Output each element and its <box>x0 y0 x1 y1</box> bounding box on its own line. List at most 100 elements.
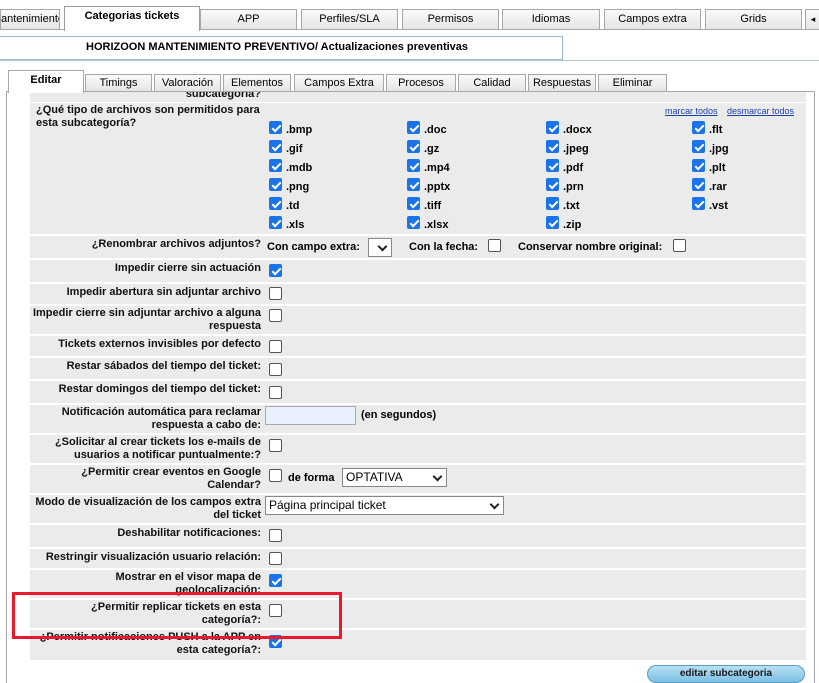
tab-calidad[interactable]: Calidad <box>458 74 526 92</box>
file-type-label: .rar <box>709 181 727 193</box>
file-type-checkbox[interactable] <box>692 178 705 191</box>
tab-valoracion[interactable]: Valoración <box>154 74 221 92</box>
file-type-checkbox[interactable] <box>692 121 705 134</box>
setting-checkbox[interactable] <box>269 386 282 399</box>
tab-elementos[interactable]: Elementos <box>223 74 291 92</box>
deselect-all-link[interactable]: desmarcar todos <box>727 106 794 116</box>
setting-label: Impedir cierre sin actuación <box>114 262 261 274</box>
file-type-checkbox[interactable] <box>546 216 559 229</box>
rename-label: ¿Renombrar archivos adjuntos? <box>91 238 261 250</box>
file-type-checkbox[interactable] <box>407 216 420 229</box>
file-type-checkbox[interactable] <box>269 121 282 134</box>
file-type-checkbox[interactable] <box>692 197 705 210</box>
tab-procesos[interactable]: Procesos <box>386 74 456 92</box>
header-divider <box>0 60 819 61</box>
calendar-mode-value: OPTATIVA <box>346 470 403 484</box>
file-type-label: .td <box>286 200 300 212</box>
setting-row: Impedir cierre sin adjuntar archivo a al… <box>30 306 806 334</box>
subcategory-title: HORIZOON MANTENIMIENTO PREVENTIVO/ Actua… <box>86 41 469 53</box>
file-type-checkbox[interactable] <box>692 159 705 172</box>
file-type-label: .mp4 <box>424 162 450 174</box>
tab-respuestas[interactable]: Respuestas <box>528 74 596 92</box>
file-type-label: .pdf <box>563 162 584 174</box>
view-mode-select[interactable]: Página principal ticket <box>265 496 504 515</box>
setting-row: Restar sábados del tiempo del ticket: <box>30 358 806 379</box>
edit-subcategory-button[interactable]: editar subcategoria <box>647 665 805 683</box>
file-type-checkbox[interactable] <box>407 159 420 172</box>
keep-name-checkbox[interactable] <box>673 239 686 252</box>
calendar-label: ¿Permitir crear eventos en Google Calend… <box>81 466 261 491</box>
file-type-label: .prn <box>563 181 584 193</box>
file-type-label: .jpeg <box>563 143 589 155</box>
file-type-checkbox[interactable] <box>546 140 559 153</box>
view-mode-row: Modo de visualización de los campos extr… <box>30 495 806 523</box>
file-type-label: .flt <box>709 124 723 136</box>
file-types-label: ¿Qué tipo de archivos son permitidos par… <box>36 104 260 129</box>
tab-editar[interactable]: Editar <box>8 70 84 93</box>
file-type-checkbox[interactable] <box>269 197 282 210</box>
setting-checkbox[interactable] <box>269 363 282 376</box>
setting-row: Tickets externos invisibles por defecto <box>30 336 806 356</box>
select-all-link[interactable]: marcar todos <box>665 106 718 116</box>
file-type-checkbox[interactable] <box>546 197 559 210</box>
file-type-checkbox[interactable] <box>407 121 420 134</box>
keep-name-label: Conservar nombre original: <box>518 241 663 253</box>
file-type-label: .xls <box>286 219 305 231</box>
file-type-label: .doc <box>424 124 447 136</box>
setting-checkbox[interactable] <box>269 574 282 587</box>
file-type-label: .png <box>286 181 310 193</box>
file-type-checkbox[interactable] <box>269 216 282 229</box>
tab-app[interactable]: APP <box>200 9 297 30</box>
tab-grids[interactable]: Grids <box>705 9 802 30</box>
file-type-label: .docx <box>563 124 592 136</box>
file-type-checkbox[interactable] <box>546 178 559 191</box>
extra-field-select[interactable] <box>368 238 392 257</box>
tab-campos-extra-sub[interactable]: Campos Extra <box>294 74 384 92</box>
setting-label: Impedir abertura sin adjuntar archivo <box>66 286 261 298</box>
file-type-checkbox[interactable] <box>269 140 282 153</box>
rename-row: ¿Renombrar archivos adjuntos? Con campo … <box>30 236 806 258</box>
file-type-checkbox[interactable] <box>269 178 282 191</box>
setting-checkbox[interactable] <box>269 552 282 565</box>
with-extra-label: Con campo extra: <box>267 241 360 253</box>
top-tab-bar: antenimiento Categorias tickets APP Perf… <box>0 6 819 31</box>
clipped-label: subcategoría? <box>185 92 261 100</box>
scroll-left-icon[interactable]: ◂ <box>805 9 819 30</box>
file-type-checkbox[interactable] <box>407 140 420 153</box>
file-type-checkbox[interactable] <box>692 140 705 153</box>
view-mode-value: Página principal ticket <box>269 498 386 512</box>
tab-permisos[interactable]: Permisos <box>402 9 499 30</box>
auto-notify-input[interactable] <box>265 406 356 425</box>
tab-timings[interactable]: Timings <box>85 74 152 92</box>
calendar-row: ¿Permitir crear eventos en Google Calend… <box>30 465 806 493</box>
tab-campos-extra[interactable]: Campos extra <box>604 9 701 30</box>
tab-idiomas[interactable]: Idiomas <box>502 9 600 30</box>
chevron-down-icon <box>432 471 443 482</box>
emails-checkbox[interactable] <box>269 439 282 452</box>
tab-categorias-tickets[interactable]: Categorias tickets <box>64 6 200 31</box>
setting-checkbox[interactable] <box>269 309 282 322</box>
setting-row: Impedir cierre sin actuación <box>30 260 806 282</box>
setting-row: Impedir abertura sin adjuntar archivo <box>30 284 806 304</box>
setting-label: Restar domingos del tiempo del ticket: <box>58 383 261 395</box>
file-type-checkbox[interactable] <box>546 159 559 172</box>
setting-checkbox[interactable] <box>269 264 282 277</box>
file-type-label: .bmp <box>286 124 313 136</box>
chevron-down-icon <box>377 241 388 252</box>
tab-mantenimiento[interactable]: antenimiento <box>0 9 60 30</box>
form-label: de forma <box>288 472 335 484</box>
setting-checkbox[interactable] <box>269 287 282 300</box>
tab-eliminar[interactable]: Eliminar <box>598 74 667 92</box>
setting-checkbox[interactable] <box>269 340 282 353</box>
seconds-label: (en segundos) <box>361 409 437 421</box>
with-date-checkbox[interactable] <box>488 239 501 252</box>
file-type-checkbox[interactable] <box>407 178 420 191</box>
emails-label: ¿Solicitar al crear tickets los e-mails … <box>54 436 261 461</box>
calendar-mode-select[interactable]: OPTATIVA <box>342 468 447 487</box>
tab-perfiles-sla[interactable]: Perfiles/SLA <box>301 9 398 30</box>
file-type-checkbox[interactable] <box>269 159 282 172</box>
file-type-checkbox[interactable] <box>407 197 420 210</box>
file-type-checkbox[interactable] <box>546 121 559 134</box>
calendar-checkbox[interactable] <box>269 469 282 482</box>
setting-checkbox[interactable] <box>269 529 282 542</box>
